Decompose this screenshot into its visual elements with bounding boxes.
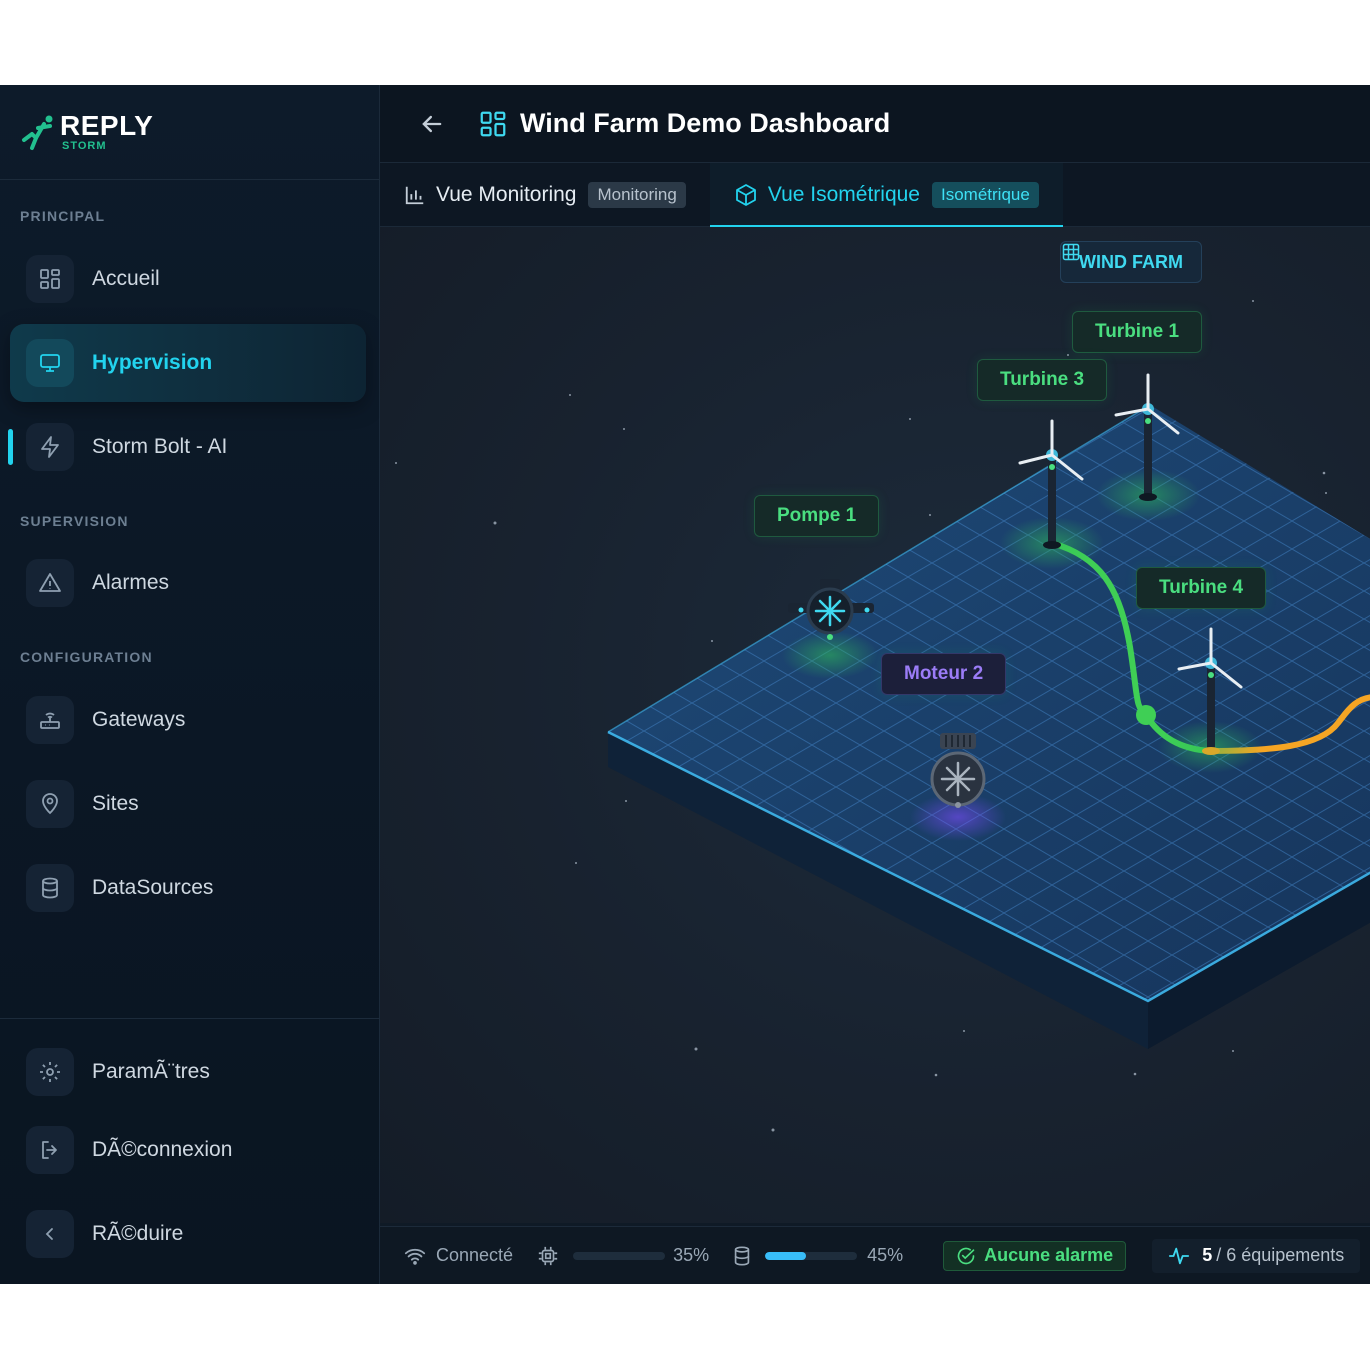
tab-label: Vue Isométrique	[767, 183, 920, 206]
warning-icon	[26, 559, 74, 607]
runner-logo-icon	[22, 115, 53, 150]
turbine-4-label[interactable]: Turbine 4	[1136, 567, 1267, 609]
section-supervision: SUPERVISION	[20, 513, 129, 529]
tab-badge: Isométrique	[931, 182, 1039, 208]
sidebar-item-hypervision[interactable]: Hypervision	[10, 324, 366, 402]
storage-progress	[765, 1251, 858, 1260]
grid-icon	[26, 255, 74, 303]
arrow-left-icon	[422, 115, 442, 132]
isometric-canvas[interactable]	[380, 227, 1370, 1223]
tab-isometrique[interactable]: Vue Isométrique Isométrique	[709, 163, 1063, 228]
chevron-left-icon	[26, 1210, 74, 1258]
wind-farm-text: WIND FARM	[1079, 251, 1183, 272]
logout-icon	[26, 1126, 74, 1174]
sidebar-item-label: RÃ©duire	[92, 1222, 184, 1245]
isometric-scene[interactable]: WIND FARM Turbine 1 Turbine 3 Pompe 1 Tu…	[380, 227, 1370, 1223]
sidebar-item-label: Gateways	[92, 708, 186, 731]
connection-status: Connecté	[436, 1245, 514, 1265]
page-header: Wind Farm Demo Dashboard	[380, 85, 1370, 163]
storage-icon	[734, 1245, 750, 1266]
storage-progress-fill	[765, 1251, 807, 1260]
check-circle-icon	[957, 1247, 975, 1264]
gear-icon	[26, 1048, 74, 1096]
sidebar-item-storm-bolt[interactable]: Storm Bolt - AI	[10, 408, 366, 486]
equipment-online: 5	[1202, 1245, 1213, 1265]
cpu-value: 35%	[673, 1245, 710, 1265]
brand-sub: STORM	[62, 140, 107, 152]
main-panel: Wind Farm Demo Dashboard Vue Monitoring …	[380, 85, 1370, 1284]
dashboard-icon	[480, 111, 506, 136]
sidebar-item-alarmes[interactable]: Alarmes	[10, 544, 366, 622]
sidebar-item-label: ParamÃ¨tres	[92, 1060, 210, 1083]
wifi-icon	[404, 1248, 426, 1265]
sidebar-item-label: Accueil	[92, 267, 160, 290]
bar-chart-icon	[405, 186, 424, 205]
cube-icon	[735, 184, 756, 206]
monitor-icon	[26, 339, 74, 387]
sidebar-item-label: Alarmes	[92, 571, 170, 594]
wind-farm-platform	[607, 404, 1370, 1049]
sidebar-item-deconnexion[interactable]: DÃ©connexion	[10, 1111, 366, 1189]
cpu-progress	[573, 1251, 666, 1260]
sidebar-item-label: Sites	[92, 792, 139, 815]
sidebar: REPLY STORM PRINCIPAL Accueil Hypervisio…	[0, 85, 380, 1284]
storage-value: 45%	[867, 1245, 904, 1265]
sidebar-item-datasources[interactable]: DataSources	[10, 849, 366, 927]
database-icon	[26, 864, 74, 912]
brand-logo[interactable]: REPLY STORM	[0, 85, 379, 180]
app-window: REPLY STORM PRINCIPAL Accueil Hypervisio…	[0, 85, 1370, 1284]
section-principal: PRINCIPAL	[20, 208, 106, 224]
tab-badge: Monitoring	[588, 182, 686, 208]
equipment-count-chip[interactable]: 5 / 6 équipements	[1152, 1238, 1361, 1273]
alarm-status-text: Aucune alarme	[984, 1245, 1114, 1265]
motor-2-label[interactable]: Moteur 2	[881, 653, 1007, 695]
sidebar-divider	[0, 1018, 380, 1019]
tab-label: Vue Monitoring	[436, 183, 577, 206]
sidebar-item-label: Storm Bolt - AI	[92, 435, 228, 458]
view-tabs: Vue Monitoring Monitoring Vue Isométriqu…	[380, 163, 1370, 228]
pump-1-label[interactable]: Pompe 1	[754, 495, 880, 537]
map-pin-icon	[26, 780, 74, 828]
equipment-total: / 6 équipements	[1216, 1245, 1345, 1265]
sidebar-item-accueil[interactable]: Accueil	[10, 240, 366, 318]
status-bar: Connecté 35% 45% Aucune alarme 5 / 6 équ…	[380, 1226, 1370, 1284]
turbine-3-label[interactable]: Turbine 3	[977, 359, 1108, 401]
tab-monitoring[interactable]: Vue Monitoring Monitoring	[380, 163, 710, 227]
alarm-status-chip[interactable]: Aucune alarme	[943, 1240, 1127, 1271]
brand-name: REPLY	[60, 110, 154, 141]
sidebar-collapse-button[interactable]: RÃ©duire	[10, 1195, 366, 1273]
back-button[interactable]	[416, 108, 448, 140]
sidebar-item-label: DataSources	[92, 876, 214, 899]
sidebar-item-label: Hypervision	[92, 351, 213, 374]
sidebar-item-parametres[interactable]: ParamÃ¨tres	[10, 1033, 366, 1111]
router-icon	[26, 696, 74, 744]
sidebar-item-sites[interactable]: Sites	[10, 765, 366, 843]
activity-icon	[1169, 1247, 1190, 1264]
bolt-icon	[26, 423, 74, 471]
sidebar-item-gateways[interactable]: Gateways	[10, 681, 366, 759]
wind-farm-label: WIND FARM	[1060, 241, 1202, 283]
sidebar-item-label: DÃ©connexion	[92, 1138, 233, 1161]
section-configuration: CONFIGURATION	[20, 649, 153, 665]
turbine-1-label[interactable]: Turbine 1	[1072, 311, 1203, 353]
page-title: Wind Farm Demo Dashboard	[520, 108, 891, 138]
pipe-junction	[1136, 705, 1156, 725]
cpu-icon	[538, 1246, 558, 1265]
grid-table-icon	[1062, 243, 1080, 261]
